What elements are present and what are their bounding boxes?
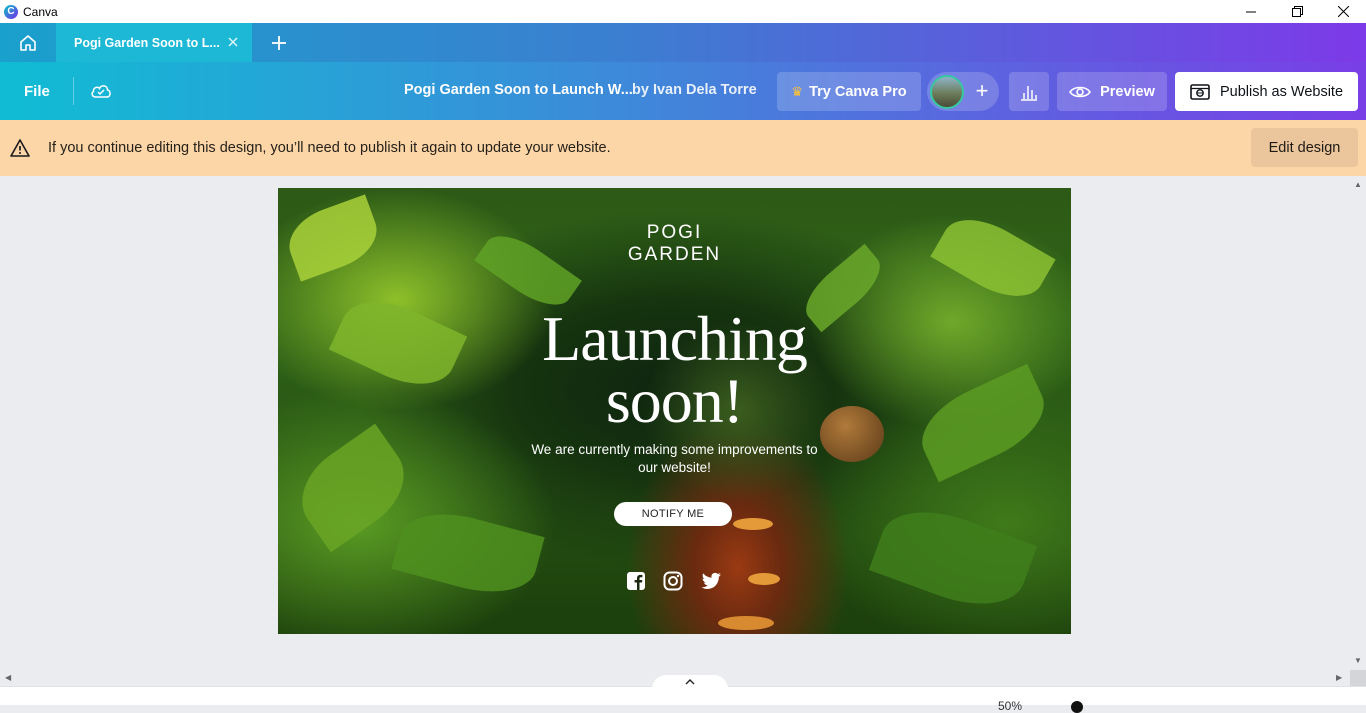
footer-bar: 50%: [0, 675, 1366, 713]
publish-label: Publish as Website: [1219, 83, 1344, 100]
scroll-left-arrow-icon[interactable]: ◀: [5, 673, 11, 682]
headline-line-1: Launching: [542, 303, 808, 374]
design-page[interactable]: POGI GARDEN Launching soon! We are curre…: [278, 188, 1071, 634]
chevron-up-icon: [685, 679, 695, 685]
facebook-icon[interactable]: [625, 570, 647, 592]
instagram-glyph: [663, 571, 683, 591]
foliage-decoration: [391, 501, 545, 605]
add-collaborator-button[interactable]: +: [971, 79, 993, 103]
scroll-up-arrow-icon[interactable]: ▲: [1354, 180, 1362, 189]
brand-line-1: POGI: [646, 222, 703, 243]
facebook-glyph: [627, 572, 645, 590]
subtext: We are currently making some improvement…: [531, 442, 818, 475]
document-title[interactable]: Pogi Garden Soon to Launch W...: [404, 82, 633, 98]
document-author: by Ivan Dela Torre: [632, 82, 757, 98]
tab-bar: Pogi Garden Soon to L...: [0, 23, 1366, 62]
home-icon: [20, 34, 36, 51]
close-icon: [1337, 6, 1349, 17]
collaborators-group: +: [927, 72, 999, 111]
stepping-stone-decoration: [748, 573, 780, 585]
notify-me-button[interactable]: NOTIFY ME: [614, 502, 732, 526]
save-status-button[interactable]: [85, 75, 117, 107]
home-button[interactable]: [0, 23, 56, 62]
try-canva-pro-label: Try Canva Pro: [809, 83, 907, 100]
restore-icon: [1291, 6, 1303, 17]
warning-icon: [10, 139, 30, 157]
eye-icon: [1069, 86, 1092, 97]
vertical-scrollbar[interactable]: ▲ ▼: [1350, 176, 1366, 670]
canva-logo-icon: C: [4, 4, 18, 19]
insights-button[interactable]: [1009, 72, 1049, 111]
zoom-slider-handle[interactable]: [1071, 701, 1083, 713]
headline: Launching soon!: [278, 303, 1071, 436]
brand-logo-text: POGI GARDEN: [278, 222, 1071, 266]
brand-line-2: GARDEN: [627, 244, 722, 265]
crown-icon: ♛: [791, 83, 804, 99]
tab-close-icon[interactable]: [226, 35, 240, 49]
instagram-icon[interactable]: [662, 570, 684, 592]
minimize-icon: [1246, 11, 1256, 12]
app-name: Canva: [23, 4, 58, 19]
website-icon: [1190, 83, 1210, 100]
banner-message: If you continue editing this design, you…: [48, 140, 611, 156]
scrollbar-corner: [1350, 670, 1366, 686]
minimize-button[interactable]: [1228, 0, 1274, 23]
bar-chart-icon: [1021, 85, 1037, 101]
stepping-stone-decoration: [718, 616, 774, 630]
foliage-decoration: [868, 494, 1038, 622]
stepping-stone-decoration: [733, 518, 773, 530]
close-window-button[interactable]: [1320, 0, 1366, 23]
tab-title: Pogi Garden Soon to L...: [74, 35, 220, 50]
expand-pages-button[interactable]: [652, 675, 728, 689]
window-title-bar: C Canva: [0, 0, 1366, 23]
editor-toolbar: File Pogi Garden Soon to Launch W... by …: [0, 62, 1366, 120]
republish-warning-banner: If you continue editing this design, you…: [0, 120, 1366, 176]
try-canva-pro-button[interactable]: ♛ Try Canva Pro: [777, 72, 921, 111]
headline-line-2: soon!: [605, 365, 744, 436]
preview-label: Preview: [1100, 83, 1155, 100]
cloud-check-icon: [91, 85, 111, 98]
scroll-right-arrow-icon[interactable]: ▶: [1336, 673, 1342, 682]
restore-button[interactable]: [1274, 0, 1320, 23]
toolbar-divider: [73, 77, 74, 105]
preview-button[interactable]: Preview: [1057, 72, 1167, 111]
zoom-level[interactable]: 50%: [998, 699, 1022, 713]
scroll-down-arrow-icon[interactable]: ▼: [1354, 656, 1362, 665]
twitter-glyph: [701, 572, 721, 589]
file-menu-button[interactable]: File: [10, 75, 64, 107]
window-controls: [1228, 0, 1366, 23]
new-tab-button[interactable]: [262, 23, 296, 62]
plus-icon: [272, 35, 286, 50]
twitter-icon[interactable]: [700, 570, 722, 592]
tab-design[interactable]: Pogi Garden Soon to L...: [56, 23, 252, 62]
publish-website-button[interactable]: Publish as Website: [1175, 72, 1358, 111]
edit-design-button[interactable]: Edit design: [1251, 128, 1358, 167]
avatar[interactable]: [930, 75, 964, 109]
